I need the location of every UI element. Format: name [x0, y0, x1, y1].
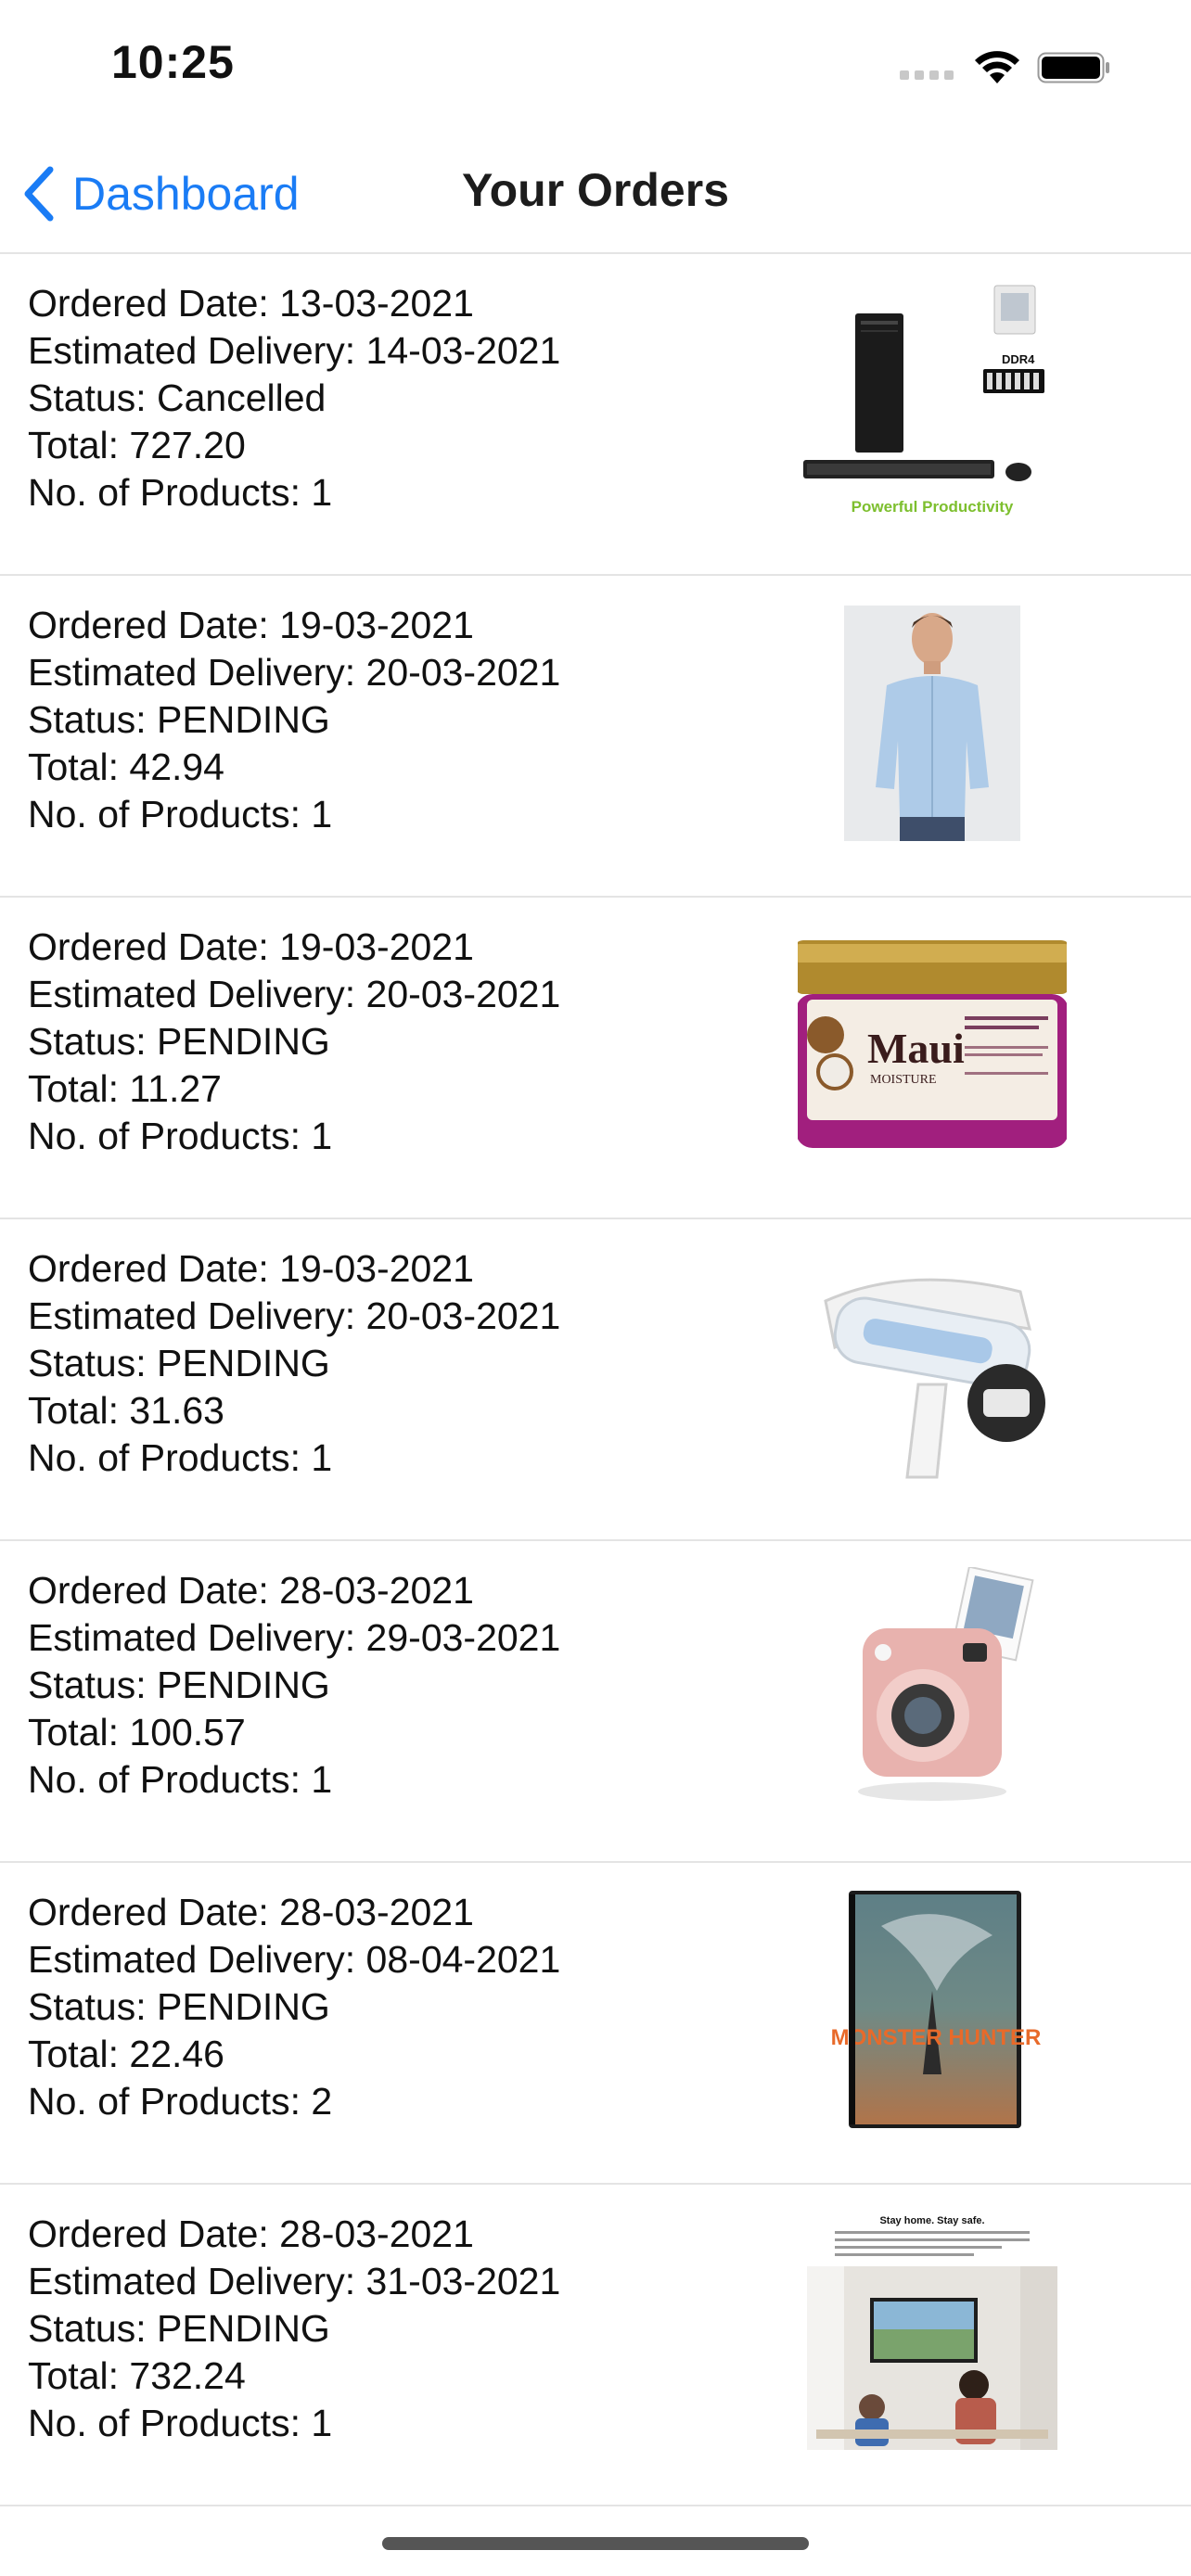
cellular-signal-icon — [900, 70, 954, 80]
order-status: Status: PENDING — [28, 1020, 330, 1063]
ordered-date: Ordered Date: 19-03-2021 — [28, 925, 474, 968]
order-details: Ordered Date: 19-03-2021 Estimated Deliv… — [28, 1245, 560, 1482]
product-count: No. of Products: 2 — [28, 2080, 333, 2123]
status-bar: 10:25 — [0, 0, 1191, 130]
order-details: Ordered Date: 19-03-2021 Estimated Deliv… — [28, 924, 560, 1160]
order-details: Ordered Date: 19-03-2021 Estimated Deliv… — [28, 602, 560, 838]
svg-text:Maui: Maui — [867, 1025, 965, 1072]
estimated-delivery: Estimated Delivery: 31-03-2021 — [28, 2260, 561, 2302]
svg-text:Powerful Productivity: Powerful Productivity — [852, 498, 1014, 516]
order-details: Ordered Date: 28-03-2021 Estimated Deliv… — [28, 1889, 560, 2125]
ordered-date: Ordered Date: 28-03-2021 — [28, 2213, 474, 2255]
order-details: Ordered Date: 28-03-2021 Estimated Deliv… — [28, 2211, 560, 2447]
order-row[interactable]: Ordered Date: 19-03-2021 Estimated Deliv… — [0, 576, 1191, 898]
product-count: No. of Products: 1 — [28, 471, 333, 514]
hair-mask-jar-image: Maui MOISTURE — [798, 924, 1067, 1165]
product-count: No. of Products: 1 — [28, 2402, 333, 2444]
order-status: Status: PENDING — [28, 1985, 330, 2028]
estimated-delivery: Estimated Delivery: 20-03-2021 — [28, 1294, 561, 1337]
estimated-delivery: Estimated Delivery: 20-03-2021 — [28, 651, 561, 694]
lint-roller-image — [798, 1245, 1067, 1486]
ordered-date: Ordered Date: 19-03-2021 — [28, 1247, 474, 1290]
svg-text:DDR4: DDR4 — [1002, 352, 1035, 366]
wifi-icon — [975, 51, 1019, 83]
order-row[interactable]: Ordered Date: 28-03-2021 Estimated Deliv… — [0, 1863, 1191, 2185]
desktop-computer-image: DDR4 Powerful Productivity — [798, 280, 1067, 521]
order-status: Status: PENDING — [28, 698, 330, 741]
order-total: Total: 732.24 — [28, 2354, 246, 2397]
estimated-delivery: Estimated Delivery: 08-04-2021 — [28, 1938, 561, 1981]
order-row[interactable]: Ordered Date: 19-03-2021 Estimated Deliv… — [0, 1219, 1191, 1541]
ordered-date: Ordered Date: 19-03-2021 — [28, 604, 474, 646]
order-total: Total: 727.20 — [28, 424, 246, 466]
battery-icon — [1037, 52, 1109, 83]
status-time: 10:25 — [111, 36, 235, 88]
shirt-model-image — [798, 602, 1067, 843]
order-total: Total: 100.57 — [28, 1711, 246, 1753]
estimated-delivery: Estimated Delivery: 29-03-2021 — [28, 1616, 561, 1659]
ordered-date: Ordered Date: 28-03-2021 — [28, 1569, 474, 1612]
svg-text:Stay home. Stay safe.: Stay home. Stay safe. — [879, 2215, 984, 2226]
svg-text:MONSTER HUNTER: MONSTER HUNTER — [831, 2025, 1042, 2050]
order-total: Total: 31.63 — [28, 1389, 224, 1432]
order-status: Status: PENDING — [28, 2307, 330, 2350]
instant-camera-image — [798, 1567, 1067, 1808]
product-count: No. of Products: 1 — [28, 1758, 333, 1801]
page-title: Your Orders — [461, 164, 730, 216]
order-status: Status: PENDING — [28, 1342, 330, 1384]
order-row[interactable]: Ordered Date: 13-03-2021 Estimated Deliv… — [0, 254, 1191, 576]
order-row[interactable]: Ordered Date: 28-03-2021 Estimated Deliv… — [0, 2185, 1191, 2506]
dvd-cover-image: MONSTER HUNTER — [798, 1889, 1067, 2130]
estimated-delivery: Estimated Delivery: 20-03-2021 — [28, 973, 561, 1015]
order-details: Ordered Date: 28-03-2021 Estimated Deliv… — [28, 1567, 560, 1804]
ordered-date: Ordered Date: 13-03-2021 — [28, 282, 474, 325]
svg-text:MOISTURE: MOISTURE — [870, 1073, 937, 1087]
order-total: Total: 11.27 — [28, 1067, 222, 1110]
navigation-bar: Dashboard Your Orders — [0, 130, 1191, 254]
ordered-date: Ordered Date: 28-03-2021 — [28, 1891, 474, 1933]
order-total: Total: 42.94 — [28, 746, 224, 788]
product-count: No. of Products: 1 — [28, 1115, 333, 1157]
home-indicator[interactable] — [382, 2537, 809, 2550]
order-total: Total: 22.46 — [28, 2033, 224, 2075]
orders-list: Ordered Date: 13-03-2021 Estimated Deliv… — [0, 254, 1191, 2506]
estimated-delivery: Estimated Delivery: 14-03-2021 — [28, 329, 561, 372]
product-count: No. of Products: 1 — [28, 1436, 333, 1479]
order-status: Status: Cancelled — [28, 376, 327, 419]
order-status: Status: PENDING — [28, 1664, 330, 1706]
product-count: No. of Products: 1 — [28, 793, 333, 835]
order-row[interactable]: Ordered Date: 28-03-2021 Estimated Deliv… — [0, 1541, 1191, 1863]
tv-flyer-image: Stay home. Stay safe. — [798, 2211, 1067, 2452]
order-details: Ordered Date: 13-03-2021 Estimated Deliv… — [28, 280, 560, 516]
order-row[interactable]: Ordered Date: 19-03-2021 Estimated Deliv… — [0, 898, 1191, 1219]
